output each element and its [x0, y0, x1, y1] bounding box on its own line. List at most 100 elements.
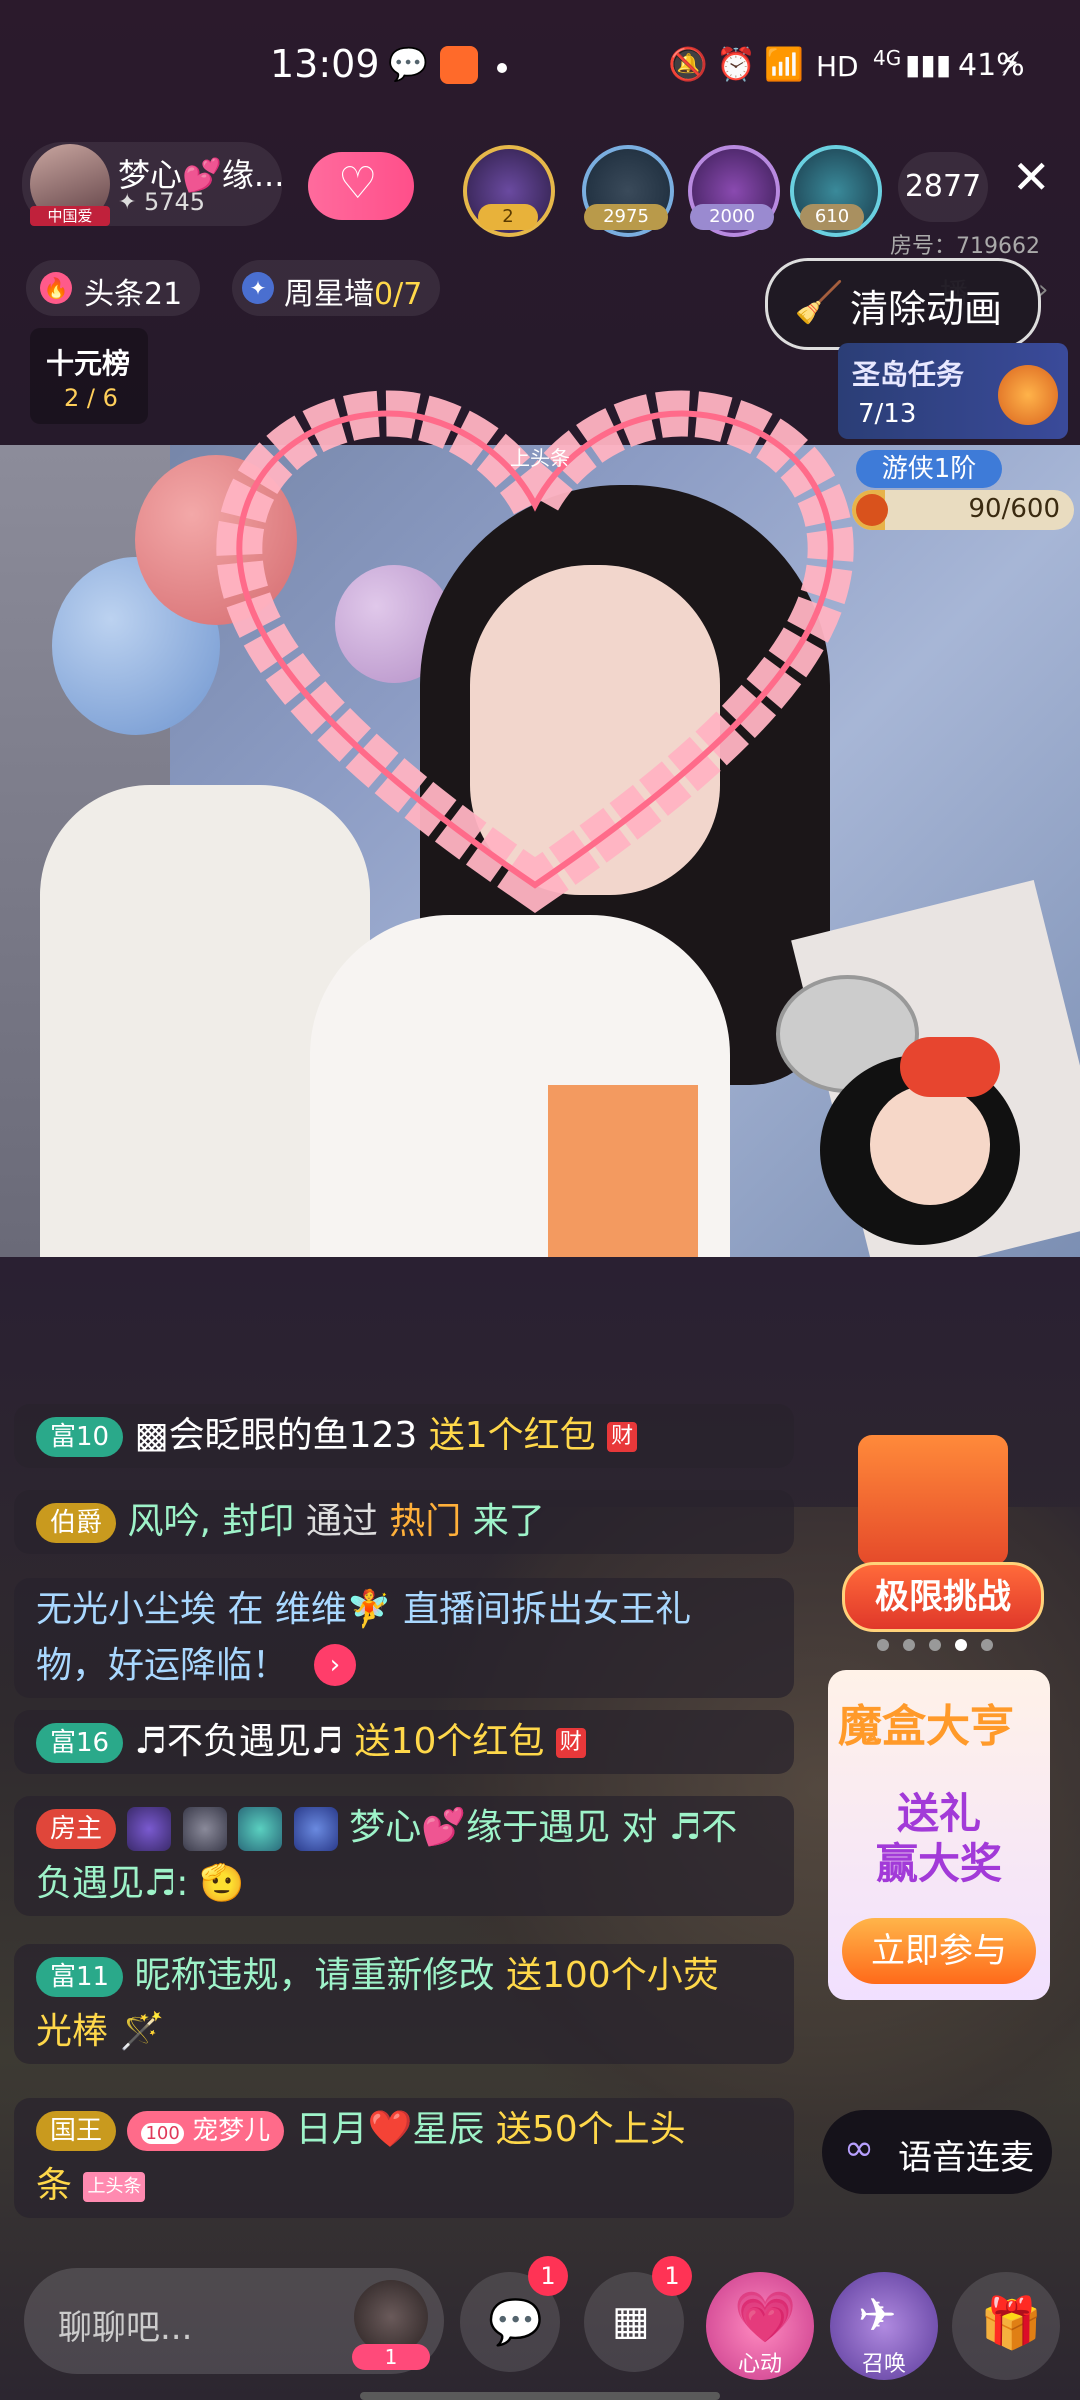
status-time: 13:09 — [270, 42, 380, 86]
ranger-icon — [856, 494, 888, 526]
room-id: 房号：719662 — [890, 234, 1040, 259]
noble-badge: 伯爵 — [36, 1503, 117, 1543]
gift-button[interactable]: 🎁 — [952, 2272, 1060, 2380]
chat-input[interactable]: 聊聊吧... 1 — [24, 2268, 444, 2374]
chat-action: 送100个小荧 — [506, 1955, 719, 1996]
heartbeat-button[interactable]: 💗 心动 — [706, 2272, 814, 2380]
heartbeat-label: 心动 — [737, 2352, 782, 2377]
promo-line2: 赢大奖 — [875, 1839, 1002, 1888]
home-indicator — [360, 2392, 720, 2400]
heart-tag: 上头条 — [510, 446, 570, 470]
chat-message-6[interactable]: 富11 昵称违规，请重新修改 送100个小荧 光棒 🪄 — [14, 1944, 794, 2064]
red-packet-icon: 财 — [555, 1728, 586, 1758]
host-card[interactable]: 中国爱 梦心💕缘... ✦ 5745 — [22, 142, 284, 226]
chat-bubble-icon: 💬 — [488, 2297, 543, 2348]
link-icon: ∞ — [844, 2128, 874, 2169]
fan-count: 1 — [352, 2344, 430, 2370]
follow-button[interactable]: ♡ — [308, 152, 414, 220]
host-tag: 房主 — [36, 1809, 117, 1849]
rank-value-1: 2 — [478, 204, 538, 230]
voice-link-label: 语音连麦 — [898, 2138, 1034, 2178]
chat-message-4[interactable]: 富16 ♬不负遇见♬ 送10个红包 财 — [14, 1710, 794, 1774]
ten-rank-progress: 2 / 6 — [64, 384, 118, 412]
chat-line1: 无光小尘埃 在 维维🧚 直播间拆出女王礼 — [36, 1589, 692, 1630]
apps-badge: 1 — [652, 2256, 692, 2296]
fan-avatar[interactable] — [354, 2280, 428, 2354]
wealth-level-badge: 富16 — [36, 1723, 124, 1763]
gift-icon: 🎁 — [980, 2294, 1043, 2352]
kuaishou-icon — [440, 46, 478, 84]
chevron-right-circle-icon[interactable]: › — [314, 1644, 356, 1686]
join-now-button[interactable]: 立即参与 — [842, 1918, 1036, 1984]
fan-badge: 100 宠梦儿 — [127, 2111, 285, 2151]
island-task-card[interactable]: 圣岛任务 7/13 — [838, 343, 1068, 439]
magic-box-card[interactable]: 魔盒大亨 送礼 赢大奖 立即参与 — [828, 1670, 1050, 2000]
top-inner — [548, 1085, 698, 1257]
chat-message-7[interactable]: 国王 100 宠梦儿 日月❤️星辰 送50个上头 条 上头条 — [14, 2098, 794, 2218]
chat-action: 送50个上头 — [495, 2109, 686, 2150]
score-icon: ✦ — [118, 190, 137, 215]
broom-icon: 🧹 — [794, 280, 844, 326]
alarm-icon: ⏰ — [716, 45, 756, 83]
chat-line2: 负遇见♬: 🫡 — [36, 1863, 245, 1904]
close-icon[interactable]: ✕ — [1012, 150, 1051, 204]
notification-dot-icon — [497, 63, 507, 73]
chat-user: ♬不负遇见♬ — [134, 1721, 355, 1762]
chat-action-cont: 光棒 — [36, 2011, 109, 2052]
chat-user: 昵称违规，请重新修改 — [134, 1955, 506, 1996]
island-task-progress: 7/13 — [858, 399, 917, 429]
status-bar: 13:09 💬 🔕 ⏰ 📶 HD 4G ▮▮▮ 41% ⚡ — [0, 0, 1080, 130]
heart-icon: 💗 — [734, 2288, 797, 2346]
ranger-level: 游侠1阶 — [856, 450, 1002, 488]
summon-label: 召唤 — [861, 2352, 906, 2377]
chat-user: 梦心💕缘于遇见 对 ♬不 — [349, 1807, 738, 1848]
headline-pill[interactable]: 🔥 头条21 — [26, 260, 200, 316]
magic-box-title: 魔盒大亨 — [838, 1701, 1014, 1752]
wealth-level-badge: 富10 — [36, 1417, 124, 1457]
chat-message-1[interactable]: 富10 ▩会眨眼的鱼123 送1个红包 财 — [14, 1404, 794, 1468]
rank-value-3: 2000 — [690, 204, 774, 230]
chat-message-3[interactable]: 无光小尘埃 在 维维🧚 直播间拆出女王礼 物，好运降临！ › — [14, 1578, 794, 1698]
ten-rank-card[interactable]: 十元榜 2 / 6 — [30, 328, 148, 424]
chat-input-placeholder: 聊聊吧... — [58, 2308, 193, 2348]
ranger-progress-text: 90/600 — [968, 494, 1060, 524]
chat-action-cont: 条 — [36, 2165, 73, 2206]
star-icon: ✦ — [242, 272, 274, 304]
charging-icon: ⚡ — [1000, 46, 1022, 81]
gift-box-icon[interactable] — [858, 1435, 1008, 1565]
fan-level: 100 — [141, 2123, 184, 2144]
medal-icon — [182, 1807, 227, 1851]
rank-value-4: 610 — [800, 204, 864, 230]
heart-plus-icon: ♡ — [338, 158, 378, 209]
chat-prefix: ▩ — [134, 1415, 169, 1456]
ranger-progress-bar: 90/600 — [852, 490, 1074, 530]
carousel-dots — [870, 1636, 1020, 1651]
message-badge: 1 — [528, 2256, 568, 2296]
limit-challenge-button[interactable]: 极限挑战 — [842, 1562, 1044, 1632]
flame-icon: 🔥 — [40, 272, 72, 304]
signal-bars-icon: ▮▮▮ — [905, 48, 952, 81]
chat-action: 送1个红包 — [428, 1415, 596, 1456]
wechat-icon: 💬 — [388, 45, 428, 83]
chat-message-2[interactable]: 伯爵 风吟, 封印 通过 热门 来了 — [14, 1490, 794, 1554]
star-wall-pill[interactable]: ✦ 周星墙0/7 — [232, 260, 440, 316]
glow-stick-icon: 🪄 — [119, 2011, 165, 2052]
summon-button[interactable]: ✈ 召唤 — [830, 2272, 938, 2380]
viewer-count[interactable]: 2877 — [898, 152, 988, 222]
island-task-title: 圣岛任务 — [852, 358, 965, 391]
clear-animation-button[interactable]: 🧹 清除动画 — [765, 258, 1041, 350]
voice-link-button[interactable]: ∞ 语音连麦 — [822, 2110, 1052, 2194]
chat-user: 会眨眼的鱼123 — [168, 1415, 429, 1456]
headline-label: 头条21 — [84, 277, 183, 312]
medal-icon — [238, 1807, 283, 1851]
plush-face — [870, 1085, 990, 1205]
headline-gift-icon: 上头条 — [83, 2172, 146, 2202]
medal-icon — [293, 1807, 338, 1851]
grid-icon: ▦ — [612, 2298, 650, 2344]
chat-message-5[interactable]: 房主 梦心💕缘于遇见 对 ♬不 负遇见♬: 🫡 — [14, 1796, 794, 1916]
clear-animation-label: 清除动画 — [850, 287, 1003, 331]
fan-name: 宠梦儿 — [192, 2116, 271, 2146]
host-score: 5745 — [144, 188, 206, 216]
heart-gift-animation: 上头条 — [216, 390, 854, 913]
chat-action: 送10个红包 — [354, 1721, 545, 1762]
